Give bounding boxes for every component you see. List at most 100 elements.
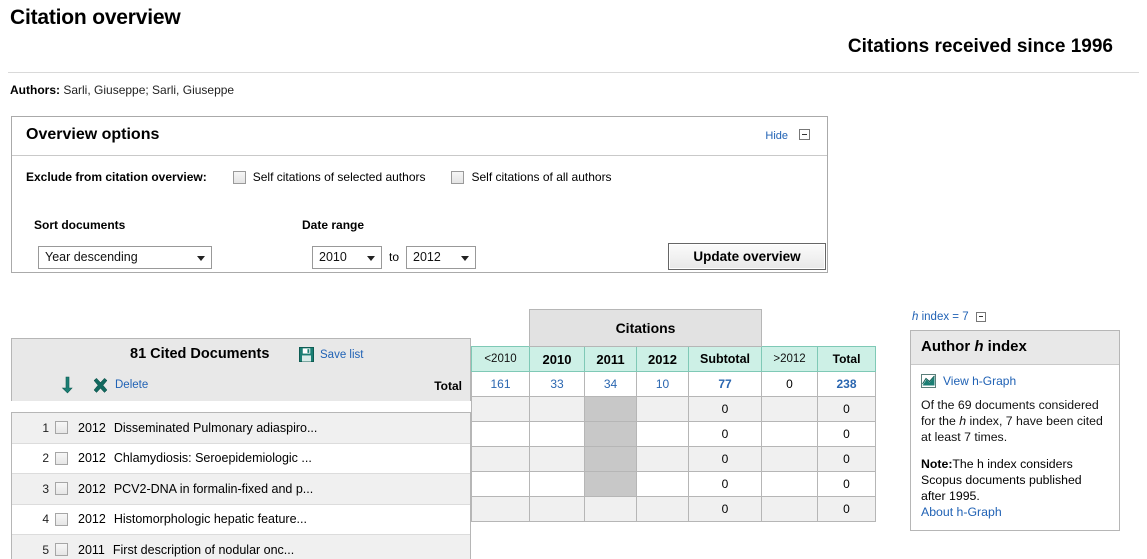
document-row-checkbox[interactable] bbox=[55, 482, 68, 496]
sort-documents-value: Year descending bbox=[45, 250, 138, 264]
h-index-collapse-minus-icon[interactable] bbox=[975, 311, 986, 322]
save-list-link[interactable]: Save list bbox=[320, 349, 363, 361]
document-row-checkbox[interactable] bbox=[55, 421, 68, 435]
cell-lt2010 bbox=[471, 496, 530, 522]
document-row-title[interactable]: PCV2-DNA in formalin-fixed and p... bbox=[114, 482, 313, 496]
h-index-title-post: index bbox=[983, 338, 1027, 355]
h-index-note-h: h bbox=[977, 457, 984, 471]
citation-overview-page: Citation overview Citations received sin… bbox=[0, 0, 1147, 559]
document-row-index: 1 bbox=[42, 420, 49, 435]
document-row-year: 2011 bbox=[78, 542, 105, 557]
column-header-subtotal: Subtotal bbox=[687, 346, 763, 372]
cell-subtotal: 0 bbox=[687, 446, 763, 472]
document-row-title[interactable]: Chlamydiosis: Seroepidemiologic ... bbox=[114, 451, 312, 465]
checkbox-self-citations-selected-authors[interactable] bbox=[232, 170, 246, 184]
overview-options-header: Overview options Hide bbox=[12, 117, 827, 156]
cell-lt2010 bbox=[471, 396, 530, 422]
h-index-description: Of the 69 documents considered for the h… bbox=[921, 397, 1109, 445]
cell-2012 bbox=[636, 421, 689, 447]
document-row-checkbox[interactable] bbox=[55, 451, 68, 465]
date-from-select[interactable]: 2010 bbox=[312, 246, 382, 269]
document-row[interactable]: 5 2011 First description of nodular onc... bbox=[12, 535, 470, 559]
exclude-citations-row: Exclude from citation overview: Self cit… bbox=[26, 170, 612, 184]
date-to-select[interactable]: 2012 bbox=[406, 246, 476, 269]
authors-value: Sarli, Giuseppe; Sarli, Giuseppe bbox=[63, 83, 235, 97]
cell-subtotal: 0 bbox=[687, 471, 763, 497]
document-row[interactable]: 2 2012 Chlamydiosis: Seroepidemiologic ... bbox=[12, 443, 470, 474]
citations-matrix: Citations <2010 2010 2011 2012 Subtotal … bbox=[471, 309, 877, 522]
cell-total: 0 bbox=[817, 471, 877, 497]
document-rows-list: 1 2012 Disseminated Pulmonary adiaspiro...… bbox=[11, 412, 471, 559]
h-index-summary-rest: index = 7 bbox=[918, 311, 969, 323]
label-self-citations-all-authors: Self citations of all authors bbox=[471, 170, 612, 184]
cell-2011 bbox=[584, 446, 637, 472]
document-row-title[interactable]: First description of nodular onc... bbox=[113, 543, 294, 557]
cell-subtotal: 0 bbox=[687, 496, 763, 522]
h-graph-chart-icon[interactable] bbox=[921, 374, 936, 388]
cell-2011 bbox=[584, 421, 637, 447]
author-h-index-title: Author h index bbox=[911, 331, 1119, 365]
chevron-down-icon bbox=[197, 256, 205, 261]
view-h-graph-link[interactable]: View h-Graph bbox=[943, 374, 1016, 388]
document-row-checkbox[interactable] bbox=[55, 543, 68, 557]
page-title: Citation overview bbox=[10, 6, 181, 29]
author-h-index-body: View h-Graph Of the 69 documents conside… bbox=[911, 365, 1119, 530]
authors-label: Authors: bbox=[10, 83, 60, 97]
citations-row: 00 bbox=[471, 446, 877, 472]
cell-2011 bbox=[584, 496, 637, 522]
document-row-checkbox[interactable] bbox=[55, 512, 68, 526]
citations-title-row: Citations bbox=[471, 309, 876, 347]
cell-lt2010 bbox=[471, 446, 530, 472]
sort-documents-select[interactable]: Year descending bbox=[38, 246, 212, 269]
column-header-total: Total bbox=[817, 346, 877, 372]
citations-totals-row: 161 33 34 10 77 0 238 bbox=[471, 371, 877, 397]
cell-2012 bbox=[636, 496, 689, 522]
citations-table-body: 0000000000 bbox=[471, 396, 877, 522]
citations-row: 00 bbox=[471, 421, 877, 447]
date-to-value: 2012 bbox=[413, 250, 441, 264]
column-header-lt2010: <2010 bbox=[471, 346, 530, 372]
document-row-title[interactable]: Disseminated Pulmonary adiaspiro... bbox=[114, 421, 318, 435]
save-disk-icon[interactable] bbox=[299, 347, 314, 362]
total-2011[interactable]: 34 bbox=[584, 371, 637, 397]
total-total[interactable]: 238 bbox=[817, 371, 877, 397]
chevron-down-icon bbox=[367, 256, 375, 261]
cell-2010 bbox=[529, 496, 585, 522]
hide-link[interactable]: Hide bbox=[765, 130, 788, 142]
document-row-title[interactable]: Histomorphologic hepatic feature... bbox=[114, 512, 307, 526]
checkbox-self-citations-all-authors[interactable] bbox=[451, 170, 465, 184]
total-2012[interactable]: 10 bbox=[636, 371, 689, 397]
cell-2012 bbox=[636, 471, 689, 497]
date-range-label: Date range bbox=[302, 218, 365, 232]
document-row[interactable]: 3 2012 PCV2-DNA in formalin-fixed and p... bbox=[12, 474, 470, 505]
total-lt2010[interactable]: 161 bbox=[471, 371, 530, 397]
document-row[interactable]: 4 2012 Histomorphologic hepatic feature... bbox=[12, 504, 470, 535]
total-2010[interactable]: 33 bbox=[529, 371, 585, 397]
column-header-2011: 2011 bbox=[584, 346, 637, 372]
about-h-graph-link[interactable]: About h-Graph bbox=[921, 505, 1002, 519]
chevron-down-icon bbox=[461, 256, 469, 261]
spacer-cell bbox=[761, 309, 818, 347]
citations-row: 00 bbox=[471, 496, 877, 522]
h-index-note-part1: The bbox=[952, 457, 978, 471]
cited-documents-header: 81 Cited Documents Save list bbox=[12, 339, 470, 371]
view-h-graph-row: View h-Graph bbox=[921, 374, 1109, 388]
sort-down-arrow-icon[interactable] bbox=[60, 376, 76, 394]
citations-table: Citations <2010 2010 2011 2012 Subtotal … bbox=[471, 309, 877, 522]
document-row-year: 2012 bbox=[78, 512, 106, 527]
delete-link[interactable]: Delete bbox=[115, 379, 148, 391]
citations-row: 00 bbox=[471, 396, 877, 422]
h-index-title-h: h bbox=[974, 338, 984, 355]
total-gt2012: 0 bbox=[761, 371, 819, 397]
delete-x-icon[interactable] bbox=[92, 377, 109, 394]
overview-options-title: Overview options bbox=[26, 126, 160, 143]
document-row[interactable]: 1 2012 Disseminated Pulmonary adiaspiro... bbox=[12, 413, 470, 444]
total-subtotal[interactable]: 77 bbox=[687, 371, 763, 397]
h-index-title-pre: Author bbox=[921, 338, 975, 355]
citations-header-row: <2010 2010 2011 2012 Subtotal >2012 Tota… bbox=[471, 346, 877, 372]
exclude-label: Exclude from citation overview: bbox=[26, 170, 207, 184]
citations-row: 00 bbox=[471, 471, 877, 497]
update-overview-button[interactable]: Update overview bbox=[668, 243, 826, 270]
document-row-year: 2012 bbox=[78, 420, 106, 435]
collapse-minus-icon[interactable] bbox=[799, 129, 810, 140]
